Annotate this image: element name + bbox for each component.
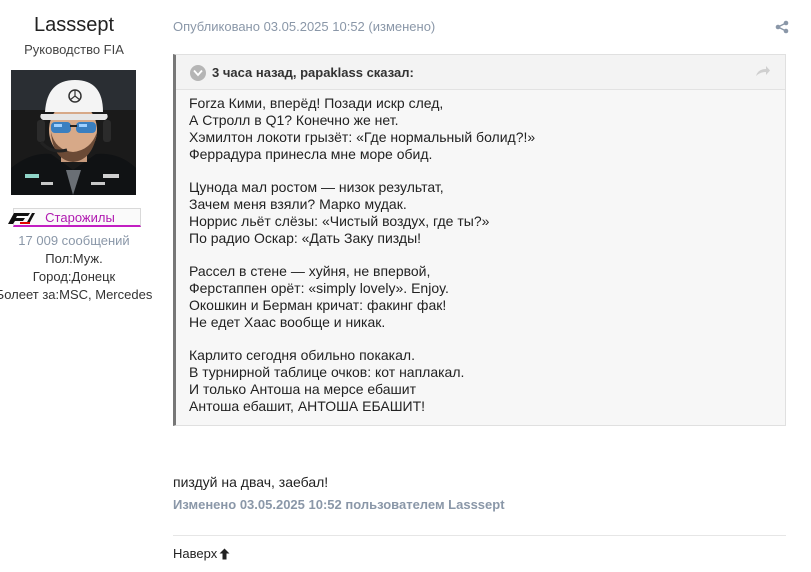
author-city: Город:Донецк <box>32 269 116 284</box>
quote-header: 3 часа назад, papaklass сказал: <box>176 55 785 90</box>
post-timestamp[interactable]: Опубликовано 03.05.2025 10:52 (изменено) <box>173 19 435 34</box>
quote-line: Рассел в стене — хуйня, не впервой, <box>189 263 431 279</box>
author-title: Руководство FIA <box>24 42 124 57</box>
author-supports: Болеет за:MSC, Mercedes <box>0 287 153 302</box>
quote-line: А Стролл в Q1? Конечно же нет. <box>189 112 399 128</box>
quote-line: Норрис льёт слёзы: «Чистый воздух, где т… <box>189 213 490 229</box>
arrow-up-icon <box>219 548 230 563</box>
group-badge: Старожилы <box>3 207 141 229</box>
quote-line: Не едет Хаас вообще и никак. <box>189 314 386 330</box>
f1-logo-icon <box>6 210 36 226</box>
quote-line: И только Антоша на мерсе ебашит <box>189 381 416 397</box>
back-to-top-link[interactable]: Наверх <box>173 546 230 563</box>
quote-line: Хэмилтон локоти грызёт: «Где нормальный … <box>189 129 536 145</box>
quote-stanza: Forza Кими, вперёд! Позади искр след, А С… <box>189 95 535 163</box>
chevron-down-icon[interactable] <box>190 65 206 81</box>
quote-line: В турнирной таблице очков: кот наплакал. <box>189 364 465 380</box>
quote-stanza: Карлито сегодня обильно покакал. В турнир… <box>189 347 535 415</box>
back-to-top-label: Наверх <box>173 546 218 561</box>
reply-arrow-icon[interactable] <box>755 65 771 79</box>
post-count[interactable]: 17 009 сообщений <box>0 233 148 248</box>
edited-note: Изменено 03.05.2025 10:52 пользователем … <box>173 497 505 512</box>
forum-post: Lasssept Руководство FIA Старожилы 17 00… <box>0 0 811 572</box>
author-gender: Пол:Муж. <box>45 251 103 266</box>
quote-line: Феррадура принесла мне море обид. <box>189 146 433 162</box>
share-icon[interactable] <box>775 20 789 34</box>
quote-line: По радио Оскар: «Дать Заку пизды! <box>189 230 422 246</box>
quote-stanza: Цунода мал ростом — низок результат, Заче… <box>189 179 535 247</box>
quote-line: Ферстаппен орёт: «simply lovely». Enjoy. <box>189 280 449 296</box>
post-content: пиздуй на двач, заебал! <box>173 474 329 490</box>
quote-line: Зачем меня взяли? Марко мудак. <box>189 196 407 212</box>
quote-citation[interactable]: 3 часа назад, papaklass сказал: <box>212 65 414 80</box>
quote-line: Forza Кими, вперёд! Позади искр след, <box>189 95 444 111</box>
quote-line: Карлито сегодня обильно покакал. <box>189 347 415 363</box>
quote-line: Цунода мал ростом — низок результат, <box>189 179 444 195</box>
quote-line: Окошкин и Берман кричат: факинг фак! <box>189 297 447 313</box>
author-name-link[interactable]: Lasssept <box>0 14 148 37</box>
quote-block: 3 часа назад, papaklass сказал: Forza Ки… <box>173 54 786 426</box>
divider <box>173 535 786 536</box>
quote-line: Антоша ебашит, АНТОША ЕБАШИТ! <box>189 398 426 414</box>
quote-stanza: Рассел в стене — хуйня, не впервой, Ферст… <box>189 263 535 331</box>
avatar[interactable] <box>11 70 136 195</box>
quote-body: Forza Кими, вперёд! Позади искр след, А С… <box>189 95 535 431</box>
